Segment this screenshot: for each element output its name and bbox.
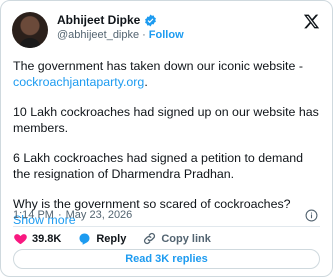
like-count: 39.8K bbox=[32, 232, 62, 245]
tweet-date: May 23, 2026 bbox=[65, 209, 133, 221]
tweet-text: The government has taken down our iconic… bbox=[13, 59, 303, 73]
author-name[interactable]: Abhijeet Dipke bbox=[57, 13, 140, 27]
author-handle-row: @abhijeet_dipke · Follow bbox=[57, 29, 184, 41]
reply-label: Reply bbox=[96, 232, 127, 245]
tweet-text-end: . bbox=[144, 74, 148, 89]
copy-link-button[interactable]: Copy link bbox=[142, 231, 211, 246]
author-handle[interactable]: @abhijeet_dipke bbox=[57, 29, 139, 41]
tweet-paragraph-3: 6 Lakh cockroaches had signed a petition… bbox=[13, 151, 304, 181]
follow-button[interactable]: Follow bbox=[149, 29, 184, 41]
timestamp-separator: · bbox=[57, 209, 62, 221]
avatar[interactable] bbox=[12, 12, 48, 48]
verified-badge-icon bbox=[144, 14, 157, 27]
like-button[interactable]: 39.8K bbox=[13, 231, 61, 246]
reply-icon bbox=[77, 231, 92, 246]
copy-link-label: Copy link bbox=[161, 232, 211, 245]
heart-icon bbox=[13, 231, 28, 246]
separator-dot: · bbox=[142, 29, 146, 41]
action-bar: 39.8K Reply Copy link bbox=[13, 231, 227, 246]
tweet-time: 1:14 PM bbox=[13, 209, 54, 221]
read-replies-button[interactable]: Read 3K replies bbox=[13, 249, 320, 269]
website-link[interactable]: cockroachjantaparty.org bbox=[13, 75, 144, 89]
divider bbox=[13, 226, 320, 227]
tweet-paragraph-1: The government has taken down our iconic… bbox=[13, 59, 319, 90]
x-logo-icon[interactable] bbox=[303, 13, 320, 35]
author-name-row: Abhijeet Dipke bbox=[57, 13, 157, 27]
reply-button[interactable]: Reply bbox=[77, 231, 126, 246]
tweet-paragraph-2: 10 Lakh cockroaches had signed up on our… bbox=[13, 105, 319, 135]
link-icon bbox=[142, 231, 157, 246]
timestamp[interactable]: 1:14 PM · May 23, 2026 bbox=[13, 209, 132, 221]
info-icon[interactable] bbox=[305, 209, 318, 227]
tweet-card: Abhijeet Dipke @abhijeet_dipke · Follow … bbox=[0, 0, 333, 277]
